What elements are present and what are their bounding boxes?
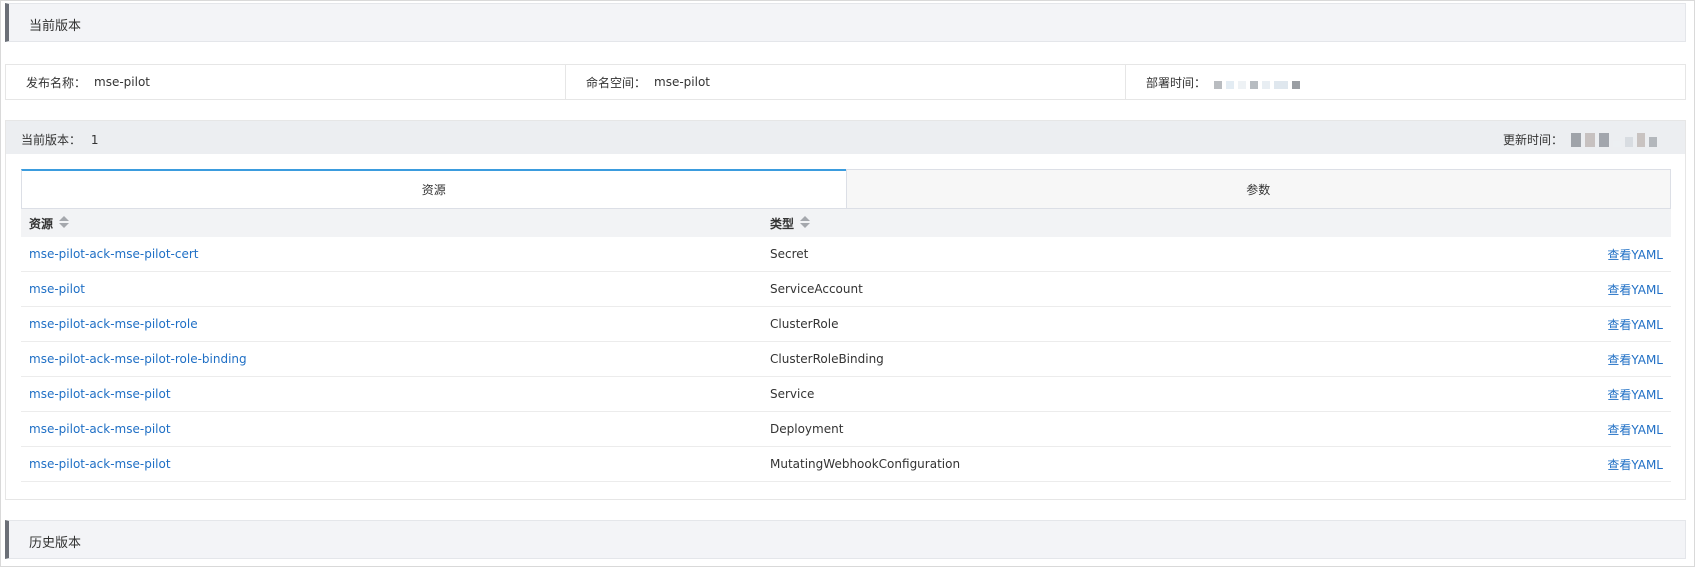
section-title: 当前版本 <box>29 19 82 34</box>
current-version-section-header: 当前版本 <box>5 3 1686 42</box>
version-panel: 当前版本： 1 更新时间： 资源 参数 资源 类型 mse-pilot-ack-… <box>5 120 1686 500</box>
view-yaml-link[interactable]: 查看YAML <box>1470 246 1671 263</box>
namespace-label: 命名空间： <box>586 75 647 90</box>
resource-column-header[interactable]: 资源 <box>21 215 770 232</box>
updated-time-redacted <box>1571 132 1661 147</box>
release-name-label: 发布名称： <box>26 75 87 90</box>
sort-icon[interactable] <box>800 216 811 230</box>
type-column-header[interactable]: 类型 <box>770 215 1470 232</box>
version-label: 当前版本： <box>21 133 82 147</box>
updated-time-label: 更新时间： <box>1502 133 1563 147</box>
updated-time: 更新时间： <box>1503 131 1661 148</box>
view-yaml-link[interactable]: 查看YAML <box>1470 351 1671 368</box>
version-number: 当前版本： 1 <box>21 131 98 148</box>
view-yaml-link[interactable]: 查看YAML <box>1470 281 1671 298</box>
resource-link[interactable]: mse-pilot-ack-mse-pilot <box>21 457 770 471</box>
resource-link[interactable]: mse-pilot-ack-mse-pilot <box>21 387 770 401</box>
version-value: 1 <box>90 133 99 147</box>
resource-type: Secret <box>770 247 809 261</box>
deploy-time-label: 部署时间： <box>1146 75 1207 90</box>
table-row: mse-pilot-ack-mse-pilot MutatingWebhookC… <box>21 447 1671 482</box>
resource-type: MutatingWebhookConfiguration <box>770 457 961 471</box>
version-bar: 当前版本： 1 更新时间： <box>6 121 1685 154</box>
namespace-cell: 命名空间： mse-pilot <box>566 65 1126 99</box>
resource-type: Service <box>770 387 815 401</box>
release-info-bar: 发布名称： mse-pilot 命名空间： mse-pilot 部署时间： <box>5 64 1686 100</box>
resource-header-label: 资源 <box>29 216 54 231</box>
table-row: mse-pilot-ack-mse-pilot-role ClusterRole… <box>21 307 1671 342</box>
resource-type: ClusterRole <box>770 317 839 331</box>
release-name-value: mse-pilot <box>94 75 151 89</box>
tab-resources[interactable]: 资源 <box>21 169 846 209</box>
table-row: mse-pilot-ack-mse-pilot Deployment 查看YAM… <box>21 412 1671 447</box>
table-row: mse-pilot-ack-mse-pilot Service 查看YAML <box>21 377 1671 412</box>
table-row: mse-pilot-ack-mse-pilot-role-binding Clu… <box>21 342 1671 377</box>
view-yaml-link[interactable]: 查看YAML <box>1470 456 1671 473</box>
tab-resources-label: 资源 <box>421 183 446 197</box>
history-version-section-header[interactable]: 历史版本 <box>5 520 1686 559</box>
section-title: 历史版本 <box>29 536 82 551</box>
resource-link[interactable]: mse-pilot-ack-mse-pilot-role-binding <box>21 352 770 366</box>
type-header-label: 类型 <box>770 216 795 231</box>
tab-parameters[interactable]: 参数 <box>845 169 1671 209</box>
tab-bar: 资源 参数 <box>21 169 1671 209</box>
tab-parameters-label: 参数 <box>1246 182 1271 197</box>
resource-type: ClusterRoleBinding <box>770 352 884 366</box>
resources-table: 资源 类型 mse-pilot-ack-mse-pilot-cert Secre… <box>21 209 1671 482</box>
resource-link[interactable]: mse-pilot-ack-mse-pilot-cert <box>21 247 770 261</box>
table-header: 资源 类型 <box>21 209 1671 237</box>
resource-type: Deployment <box>770 422 844 436</box>
release-name-cell: 发布名称： mse-pilot <box>6 65 566 99</box>
resource-link[interactable]: mse-pilot <box>21 282 770 296</box>
view-yaml-link[interactable]: 查看YAML <box>1470 421 1671 438</box>
view-yaml-link[interactable]: 查看YAML <box>1470 316 1671 333</box>
view-yaml-link[interactable]: 查看YAML <box>1470 386 1671 403</box>
namespace-value: mse-pilot <box>654 75 711 89</box>
resource-link[interactable]: mse-pilot-ack-mse-pilot-role <box>21 317 770 331</box>
table-row: mse-pilot-ack-mse-pilot-cert Secret 查看YA… <box>21 237 1671 272</box>
sort-icon[interactable] <box>59 216 70 230</box>
deploy-time-cell: 部署时间： <box>1126 65 1685 99</box>
deploy-time-redacted <box>1214 78 1304 89</box>
table-row: mse-pilot ServiceAccount 查看YAML <box>21 272 1671 307</box>
resource-link[interactable]: mse-pilot-ack-mse-pilot <box>21 422 770 436</box>
resource-type: ServiceAccount <box>770 282 863 296</box>
